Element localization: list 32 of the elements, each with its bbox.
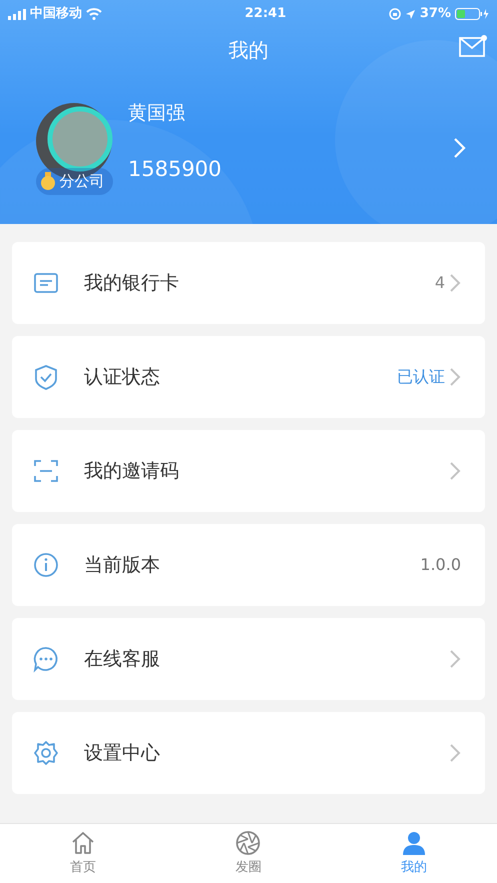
status-value: 已认证: [397, 366, 445, 388]
mail-icon[interactable]: [459, 34, 487, 58]
status-time: 22:41: [244, 5, 286, 24]
menu-item[interactable]: 认证状态 已认证: [12, 336, 485, 418]
tab[interactable]: 首页: [68, 829, 97, 878]
shield-icon: [32, 363, 60, 391]
chevron-icon[interactable]: [453, 137, 467, 160]
tab[interactable]: 发圈: [234, 829, 262, 878]
aperture-icon: [234, 829, 262, 858]
battery-icon: [454, 8, 489, 20]
item-count: 4: [434, 272, 445, 294]
menu-item[interactable]: 在线客服: [12, 618, 485, 700]
wifi-icon: [86, 8, 102, 20]
user-id: 1585900: [128, 156, 223, 183]
menu-item[interactable]: 当前版本 1.0.0: [12, 524, 485, 606]
rotation-lock-icon: [388, 8, 401, 20]
info-icon: [32, 551, 60, 579]
chat-icon: [32, 645, 60, 673]
menu-item[interactable]: 我的邀请码: [12, 430, 485, 512]
menu-item[interactable]: 设置中心: [12, 712, 485, 794]
signal-icon: [8, 8, 26, 20]
settings-icon: [32, 739, 60, 767]
battery-percent: 37%: [420, 5, 451, 24]
page-title: 我的: [228, 37, 268, 64]
carrier-name: 中国移动: [30, 5, 82, 24]
medal-icon: [40, 172, 56, 190]
scan-icon: [32, 457, 60, 485]
user-name: 黄国强: [128, 101, 186, 126]
location-icon: [404, 8, 416, 20]
version-number: 1.0.0: [420, 554, 461, 576]
menu-item[interactable]: 我的银行卡 4: [12, 242, 485, 324]
rank-badge: 分公司: [36, 168, 112, 194]
